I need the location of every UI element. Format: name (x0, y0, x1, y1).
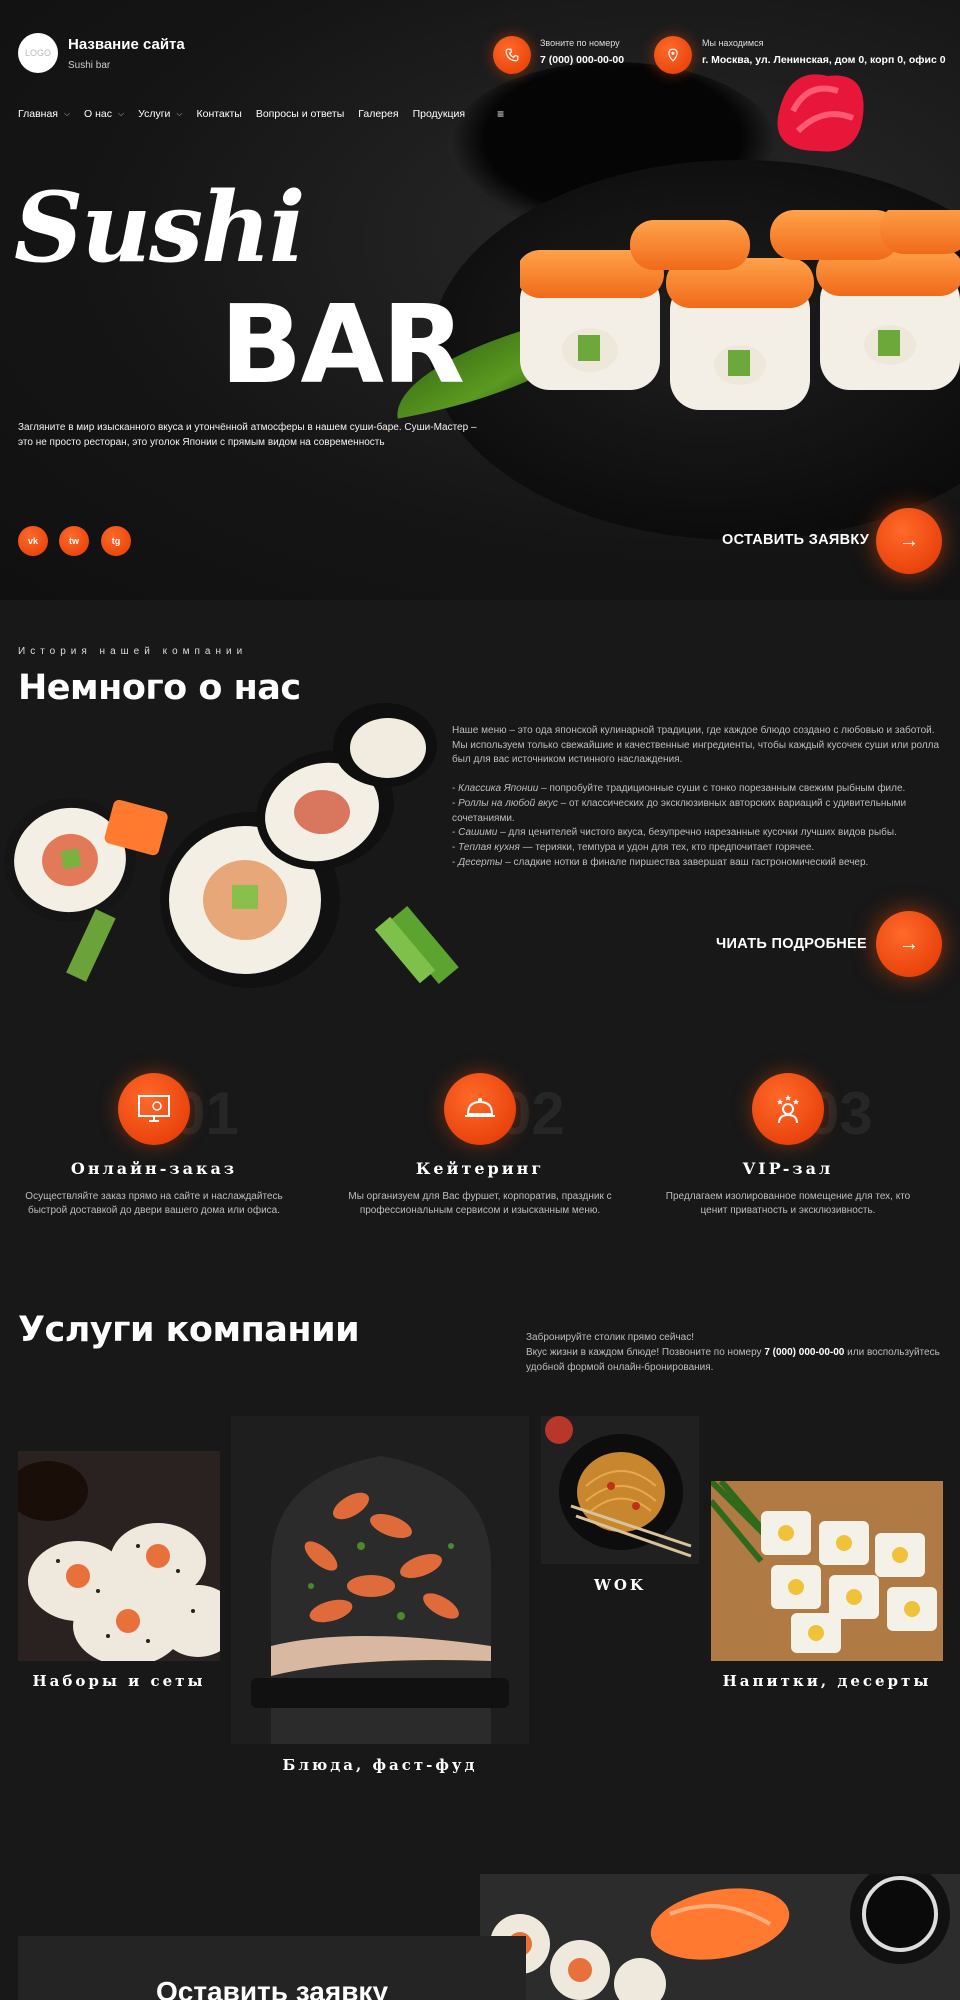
feature-title: Кейтеринг (415, 1159, 545, 1178)
pickled-ginger-image (777, 74, 864, 152)
phone-number[interactable]: 7 (000) 000-00-00 (540, 54, 624, 66)
feature-title: Онлайн-заказ (70, 1159, 238, 1178)
about-list-item: - Сашими – для ценителей чистого вкуса, … (452, 827, 897, 839)
service-wok-image[interactable] (541, 1416, 699, 1564)
chevron-down-icon: ⌵ (176, 109, 183, 118)
read-more-label[interactable]: ЧИАТЬ ПОДРОБНЕЕ (716, 936, 867, 952)
feature-description: Предлагаем изолированное помещение для т… (665, 1191, 911, 1216)
feature-catering: 02 Кейтеринг Мы организуем для Вас фурше… (330, 1073, 630, 1218)
nav-item-about[interactable]: О нас ⌵ (84, 107, 124, 121)
feature-vip-hall: 03 VIP-зал Предлагаем изолированное поме… (638, 1073, 938, 1218)
hero-title-sushi: Sushi (14, 171, 305, 284)
service-wok-caption[interactable]: WOK (541, 1576, 699, 1594)
nav-item-home[interactable]: Главная ⌵ (18, 107, 70, 121)
nav-item-gallery[interactable]: Галерея (358, 107, 398, 121)
salmon-rolls-image (520, 210, 960, 410)
hero-section: LOGO Название сайта Sushi bar Звоните по… (0, 0, 960, 600)
service-desserts-caption[interactable]: Напитки, десерты (711, 1672, 943, 1690)
about-intro: Наше меню – это ода японской кулинарной … (452, 725, 940, 766)
feature-title: VIP-зал (742, 1159, 834, 1178)
about-text: Наше меню – это ода японской кулинарной … (452, 724, 946, 870)
about-list-item: - Роллы на любой вкус – от классических … (452, 797, 907, 824)
about-eyebrow: История нашей компании (18, 646, 248, 657)
hero-description: Загляните в мир изысканного вкуса и утон… (18, 422, 477, 448)
chevron-down-icon: ⌵ (118, 109, 125, 118)
service-sets-caption[interactable]: Наборы и сеты (18, 1672, 220, 1690)
address-label: Мы находимся (702, 38, 764, 48)
main-nav: Главная ⌵ О нас ⌵ Услуги ⌵ Контакты Вопросы… (18, 107, 518, 121)
site-title[interactable]: Название сайта (68, 36, 185, 53)
feature-online-order: 01 Онлайн-заказ Осуществляйте заказ прям… (4, 1073, 304, 1218)
vk-icon[interactable]: vk (18, 526, 48, 556)
service-sets-image[interactable] (18, 1451, 220, 1661)
location-icon[interactable] (654, 36, 692, 74)
vip-person-icon (752, 1073, 824, 1145)
sushi-platter-image (480, 1874, 960, 2000)
about-list-item: - Десерты – сладкие нотки в финале пирше… (452, 856, 869, 868)
feature-description: Мы организуем для Вас фуршет, корпоратив… (348, 1191, 612, 1216)
nav-item-products[interactable]: Продукция (413, 107, 466, 121)
service-desserts-image[interactable] (711, 1481, 943, 1661)
request-form-title: Оставить заявку (155, 1976, 389, 2000)
cta-label[interactable]: ОСТАВИТЬ ЗАЯВКУ (722, 532, 869, 548)
hamburger-icon[interactable]: ≡ (497, 107, 504, 121)
site-logo[interactable]: LOGO (18, 33, 58, 73)
telegram-icon[interactable]: tg (101, 526, 131, 556)
service-dishes-caption[interactable]: Блюда, фаст-фуд (231, 1756, 529, 1774)
feature-description: Осуществляйте заказ прямо на сайте и нас… (25, 1191, 283, 1216)
twitter-icon[interactable]: tw (59, 526, 89, 556)
read-more-arrow-button[interactable]: → (876, 911, 942, 977)
nav-item-faq[interactable]: Вопросы и ответы (256, 107, 344, 121)
food-tray-icon (444, 1073, 516, 1145)
hero-title-bar: BAR (220, 283, 465, 408)
phone-label: Звоните по номеру (540, 38, 620, 48)
address-value: г. Москва, ул. Ленинская, дом 0, корп 0,… (702, 54, 946, 66)
about-list-item: - Классика Японии – попробуйте традицион… (452, 783, 906, 795)
nav-item-contacts[interactable]: Контакты (196, 107, 241, 121)
site-subtitle: Sushi bar (68, 60, 111, 71)
service-dishes-image[interactable] (231, 1416, 529, 1744)
booking-phone[interactable]: 7 (000) 000-00-00 (764, 1347, 844, 1358)
cta-arrow-button[interactable]: → (876, 508, 942, 574)
flying-rolls-image (4, 703, 459, 988)
chevron-down-icon: ⌵ (63, 109, 71, 118)
about-list-item: - Теплая кухня — терияки, темпура и удон… (452, 841, 815, 853)
services-title: Услуги компании (18, 1310, 360, 1350)
booking-headline: Забронируйте столик прямо сейчас! (526, 1332, 694, 1343)
booking-text: Забронируйте столик прямо сейчас! Вкус ж… (526, 1330, 946, 1375)
monitor-icon (118, 1073, 190, 1145)
phone-icon[interactable] (493, 36, 531, 74)
nav-item-services[interactable]: Услуги ⌵ (138, 107, 182, 121)
